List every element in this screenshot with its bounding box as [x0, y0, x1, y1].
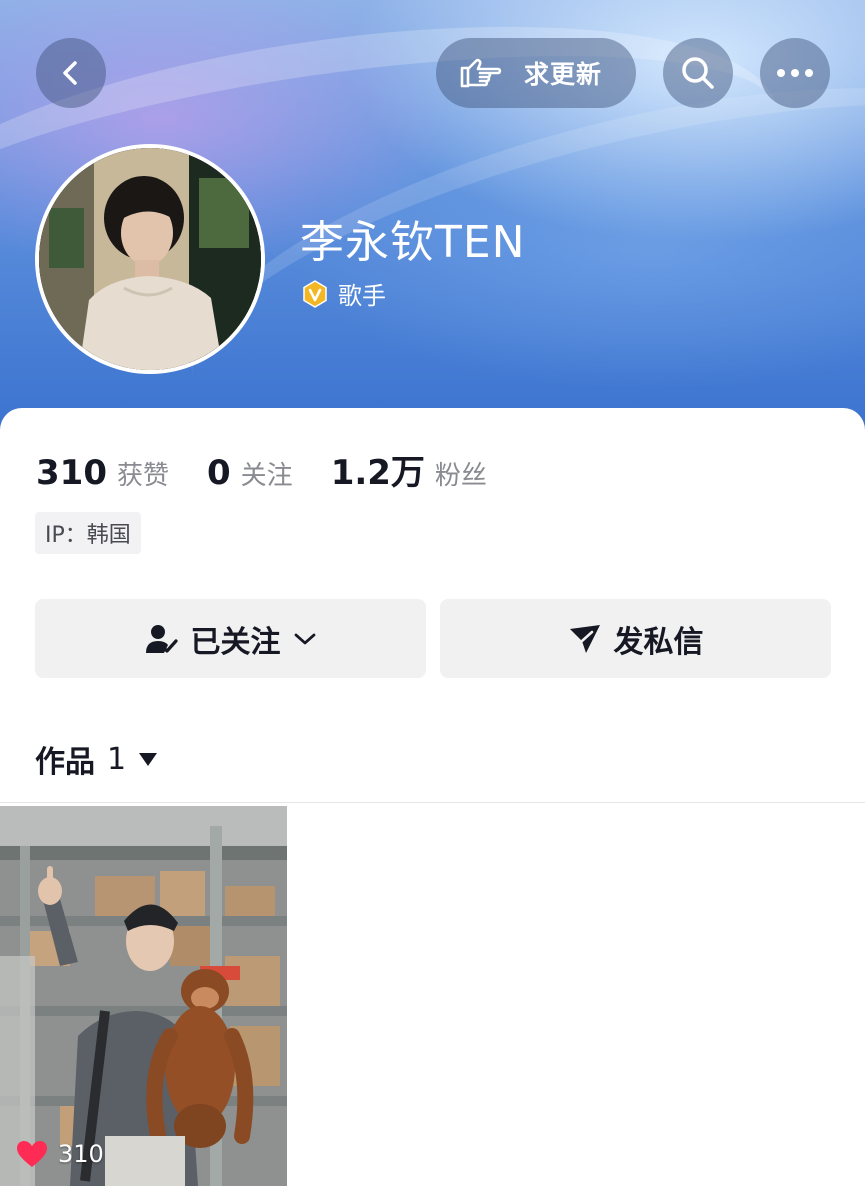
video-cover-image: [0, 806, 287, 1186]
profile-name: 李永钦TEN: [300, 217, 526, 268]
ip-location-tag: IP：韩国: [35, 512, 141, 554]
works-label: 作品: [35, 745, 95, 780]
verified-role-label: 歌手: [338, 282, 386, 310]
video-thumbnail[interactable]: 310: [0, 806, 287, 1186]
back-button[interactable]: [36, 38, 106, 108]
chevron-left-icon: [63, 61, 77, 85]
send-message-label: 发私信: [613, 624, 704, 660]
video-likes: 310: [16, 1140, 104, 1168]
stat-followers-label: 粉丝: [434, 461, 487, 491]
stat-following[interactable]: 0 关注: [207, 453, 293, 493]
stat-likes-value: 310: [36, 453, 107, 493]
stat-likes[interactable]: 310 获赞: [36, 453, 169, 493]
stat-following-value: 0: [207, 453, 231, 493]
stat-following-label: 关注: [240, 461, 293, 491]
request-update-label: 求更新: [524, 60, 603, 89]
stat-followers-value: 1.2万: [330, 453, 425, 493]
heart-icon: [17, 1141, 47, 1167]
followed-button-label: 已关注: [190, 624, 281, 660]
search-button[interactable]: [663, 38, 733, 108]
more-dots-icon: [777, 69, 813, 77]
more-button[interactable]: [760, 38, 830, 108]
search-icon: [682, 57, 714, 89]
verified-badge-icon: [303, 279, 327, 308]
verified-role: 歌手: [300, 276, 386, 311]
tab-works[interactable]: 作品 1: [35, 737, 158, 781]
followed-button[interactable]: 已关注: [35, 599, 426, 678]
request-update-button[interactable]: 求更新: [436, 38, 636, 108]
user-check-icon: [145, 624, 178, 653]
pointing-hand-icon: [460, 58, 502, 88]
send-icon: [569, 624, 600, 653]
avatar-image: [39, 148, 261, 370]
send-message-button[interactable]: 发私信: [440, 599, 831, 678]
works-count: 1: [107, 741, 127, 777]
video-likes-count: 310: [58, 1140, 104, 1168]
stat-likes-label: 获赞: [116, 461, 169, 491]
chevron-down-icon: [294, 633, 315, 644]
stat-followers[interactable]: 1.2万 粉丝: [331, 445, 487, 494]
avatar[interactable]: [35, 144, 265, 374]
triangle-down-icon: [139, 753, 158, 766]
tab-divider: [0, 802, 865, 803]
stats-row: 310 获赞 0 关注 1.2万 粉丝: [36, 445, 525, 494]
